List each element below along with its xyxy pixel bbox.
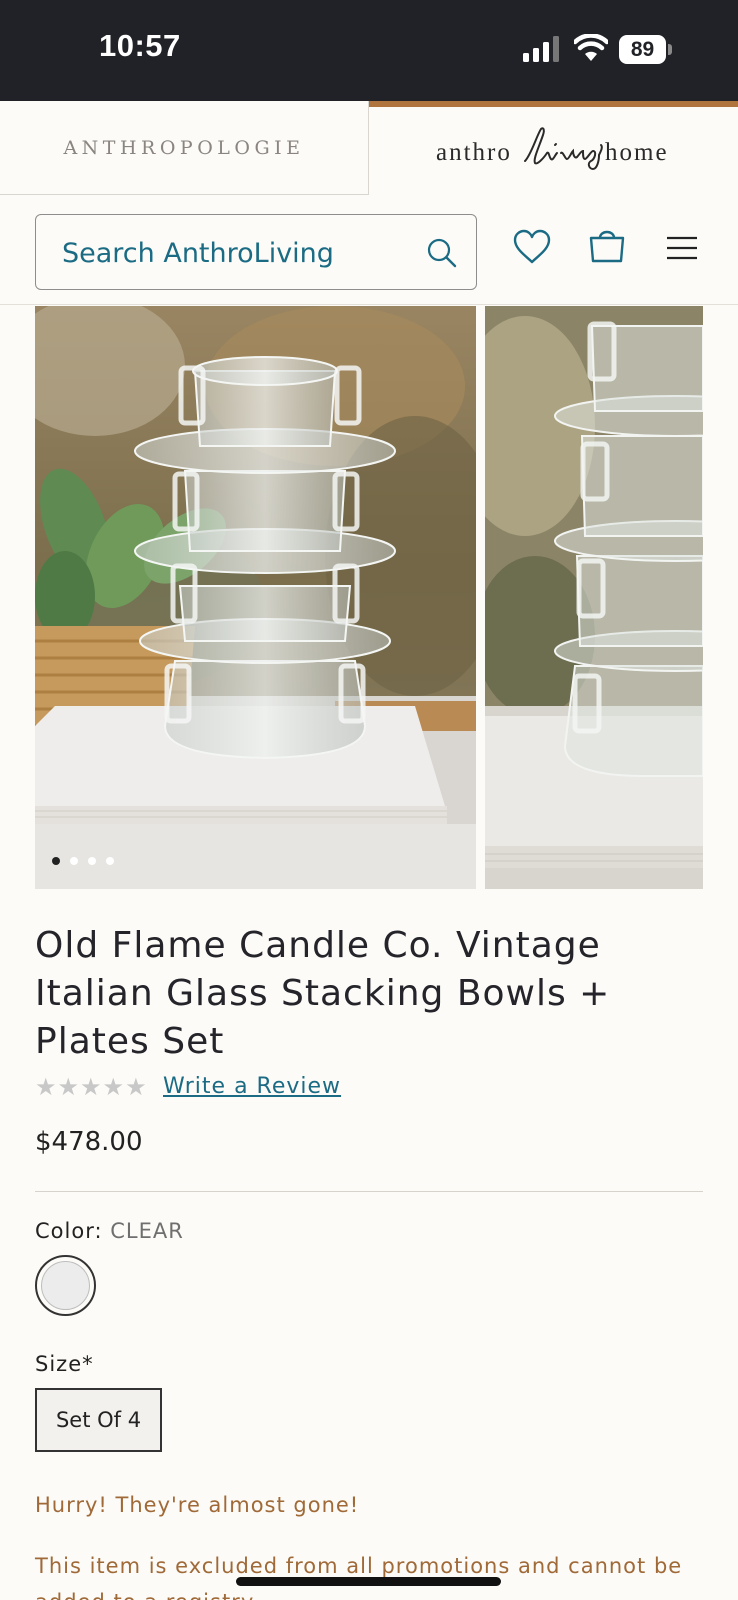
product-image-carousel[interactable] — [35, 306, 703, 889]
shopping-bag-icon[interactable] — [588, 226, 626, 264]
heart-icon[interactable] — [512, 229, 552, 265]
rating-stars: ★★★★★ — [35, 1073, 148, 1101]
carousel-dots[interactable] — [52, 857, 114, 865]
search-icon[interactable] — [426, 237, 458, 269]
product-price: $478.00 — [35, 1127, 143, 1157]
product-photo-glassware-closeup — [485, 306, 703, 889]
wifi-icon — [574, 34, 608, 61]
low-stock-message: Hurry! They're almost gone! — [35, 1493, 360, 1517]
status-time: 10:57 — [99, 28, 181, 63]
anthroliving-logo-right: home — [605, 139, 669, 166]
hamburger-menu-icon[interactable] — [667, 236, 697, 260]
header-toolbar — [0, 195, 738, 305]
color-swatch-clear[interactable] — [35, 1255, 96, 1316]
write-review-link[interactable]: Write a Review — [163, 1074, 341, 1099]
search-box[interactable] — [35, 214, 477, 290]
color-label: Color: — [35, 1219, 103, 1243]
divider — [35, 1191, 703, 1192]
home-indicator[interactable] — [236, 1577, 501, 1586]
product-image-2[interactable] — [485, 306, 703, 889]
status-bar: 10:57 89 — [0, 0, 738, 101]
product-title: Old Flame Candle Co. Vintage Italian Gla… — [35, 925, 611, 1062]
color-row: Color: CLEAR — [35, 1219, 184, 1243]
carousel-dot-1[interactable] — [52, 857, 60, 865]
anthroliving-logo-left: anthro — [436, 139, 512, 166]
carousel-dot-4[interactable] — [106, 857, 114, 865]
tab-anthroliving-home[interactable]: anthro home — [369, 101, 738, 195]
battery-icon: 89 — [619, 35, 672, 64]
anthropologie-logo: ANTHROPOLOGIE — [63, 136, 305, 159]
product-photo-stacked-glassware — [35, 306, 476, 889]
color-swatch-fill — [41, 1261, 90, 1310]
battery-level: 89 — [619, 35, 666, 64]
brand-tabs: ANTHROPOLOGIE anthro home — [0, 101, 738, 195]
tab-anthropologie[interactable]: ANTHROPOLOGIE — [0, 101, 369, 195]
promotion-exclusion-note: This item is excluded from all promotion… — [35, 1554, 683, 1600]
size-option-button[interactable]: Set Of 4 — [35, 1388, 162, 1452]
anthroliving-logo-script — [524, 127, 603, 171]
color-value: CLEAR — [110, 1219, 184, 1243]
product-image-1[interactable] — [35, 306, 476, 889]
carousel-dot-3[interactable] — [88, 857, 96, 865]
carousel-dot-2[interactable] — [70, 857, 78, 865]
search-input[interactable] — [62, 235, 402, 271]
size-label: Size* — [35, 1352, 94, 1376]
cellular-signal-icon — [523, 36, 559, 62]
